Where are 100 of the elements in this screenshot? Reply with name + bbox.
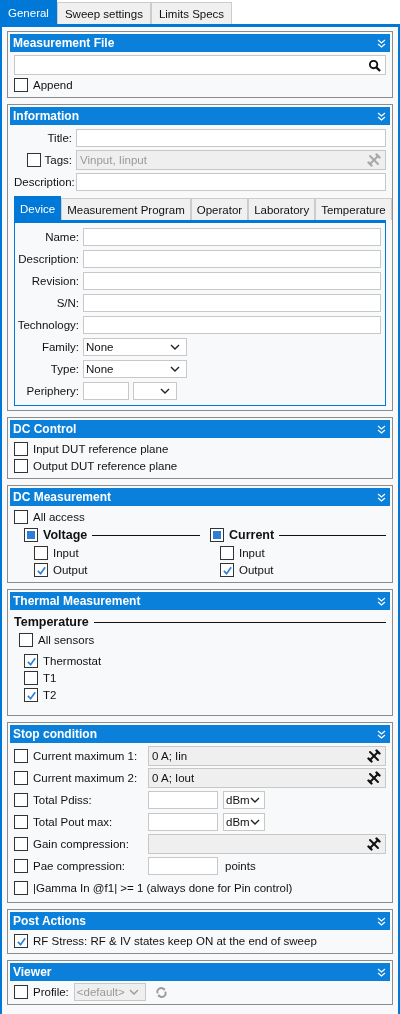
section-header[interactable]: Post Actions [10, 912, 390, 930]
caret-icon [249, 797, 260, 803]
text-field[interactable] [83, 294, 381, 312]
group-label: Temperature [14, 615, 89, 629]
collapse-icon[interactable] [377, 596, 386, 606]
collapse-icon[interactable] [377, 38, 386, 48]
dropdown[interactable]: None [83, 338, 187, 356]
checkbox-label: Output [53, 564, 88, 576]
checkbox-label: Input [53, 547, 79, 559]
search-icon[interactable] [368, 58, 381, 72]
collapse-icon[interactable] [377, 492, 386, 502]
checkbox-label: |Gamma In @f1| >= 1 (always done for Pin control) [33, 882, 293, 894]
text-field[interactable] [76, 173, 386, 191]
section-header[interactable]: DC Measurement [10, 488, 390, 506]
checkbox[interactable] [220, 563, 234, 577]
dropdown[interactable]: None [83, 360, 187, 378]
checkbox-label: Thermostat [43, 655, 102, 667]
caret-icon [170, 344, 180, 350]
tools-icon[interactable] [367, 771, 381, 785]
collapse-icon[interactable] [377, 967, 386, 977]
refresh-icon[interactable] [154, 985, 168, 999]
tab[interactable]: Temperature [315, 198, 392, 220]
checkbox[interactable] [34, 563, 48, 577]
checkbox-label: Total Pout max: [33, 816, 114, 828]
section-header[interactable]: Thermal Measurement [10, 592, 390, 610]
text-field[interactable] [83, 228, 381, 246]
collapse-icon[interactable] [377, 729, 386, 739]
group-label: Current [229, 528, 275, 542]
text-field[interactable] [83, 316, 381, 334]
value-field[interactable]: 0 A; Iout [148, 768, 386, 788]
tab[interactable]: Limits Specs [150, 2, 233, 24]
checkbox[interactable] [14, 859, 28, 873]
unit-dropdown[interactable]: dBm [223, 813, 265, 831]
collapse-icon[interactable] [377, 424, 386, 434]
dropdown[interactable] [133, 382, 177, 400]
checkbox[interactable] [14, 459, 28, 473]
tab[interactable]: Measurement Program [61, 198, 191, 220]
text-field[interactable] [76, 129, 386, 147]
checkbox-label: Gain compression: [33, 838, 130, 850]
checkbox[interactable] [14, 749, 28, 763]
tools-icon[interactable] [367, 837, 381, 851]
section-header[interactable]: DC Control [10, 420, 390, 438]
tools-icon[interactable] [367, 749, 381, 763]
section-header[interactable]: Stop condition [10, 725, 390, 743]
field-label: Family: [40, 341, 79, 353]
checkbox[interactable] [220, 546, 234, 560]
text-field[interactable] [83, 250, 381, 268]
checkbox-label: Profile: [33, 986, 69, 998]
tab[interactable]: Device [14, 196, 62, 220]
tab[interactable]: Operator [190, 198, 249, 220]
tab[interactable]: Laboratory [248, 198, 316, 220]
tab[interactable]: General [0, 0, 57, 24]
checkbox[interactable] [34, 546, 48, 560]
checkbox[interactable] [24, 671, 38, 685]
text-field[interactable] [83, 272, 381, 290]
checkbox-label: Total Pdiss: [33, 794, 93, 806]
tab[interactable]: Sweep settings [56, 2, 151, 24]
checkbox[interactable] [14, 771, 28, 785]
checkbox-label: T1 [43, 672, 57, 684]
unit-dropdown[interactable]: dBm [223, 791, 265, 809]
checkbox-label: Pae compression: [33, 860, 127, 872]
section-header[interactable]: Measurement File [10, 34, 390, 52]
caret-icon [160, 388, 170, 394]
collapse-icon[interactable] [377, 111, 386, 121]
checkbox-label: T2 [43, 689, 57, 701]
text-field[interactable] [148, 813, 218, 831]
group-label: Voltage [43, 528, 88, 542]
checkbox[interactable] [14, 793, 28, 807]
checkbox[interactable] [14, 442, 28, 456]
section-header[interactable]: Information [10, 107, 390, 125]
checkbox[interactable] [14, 78, 28, 92]
caret-icon [249, 819, 260, 825]
unit-label: points [225, 860, 256, 872]
checkbox[interactable] [14, 881, 28, 895]
checkbox[interactable] [24, 688, 38, 702]
text-field[interactable] [83, 382, 129, 400]
checkbox[interactable] [14, 815, 28, 829]
checkbox[interactable] [19, 633, 33, 647]
value-field[interactable] [148, 834, 386, 854]
field-label: Name: [44, 231, 79, 243]
field-label: Revision: [30, 275, 79, 287]
checkbox[interactable] [210, 528, 224, 542]
caret-icon [128, 989, 139, 995]
field-label: Description: [14, 176, 72, 188]
checkbox[interactable] [14, 837, 28, 851]
section-header[interactable]: Viewer [10, 963, 390, 981]
text-field[interactable] [148, 791, 218, 809]
value-field[interactable]: 0 A; Iin [148, 746, 386, 766]
checkbox[interactable] [14, 934, 28, 948]
checkbox[interactable] [24, 528, 38, 542]
checkbox[interactable] [24, 654, 38, 668]
checkbox-label: Output [239, 564, 274, 576]
checkbox[interactable] [14, 510, 28, 524]
field-label: Type: [49, 363, 79, 375]
field-label: Periphery: [25, 385, 79, 397]
collapse-icon[interactable] [377, 916, 386, 926]
checkbox-label: Input DUT reference plane [33, 443, 169, 455]
text-field[interactable] [148, 857, 218, 875]
file-search-field[interactable] [14, 55, 386, 75]
checkbox-label: Output DUT reference plane [33, 460, 178, 472]
